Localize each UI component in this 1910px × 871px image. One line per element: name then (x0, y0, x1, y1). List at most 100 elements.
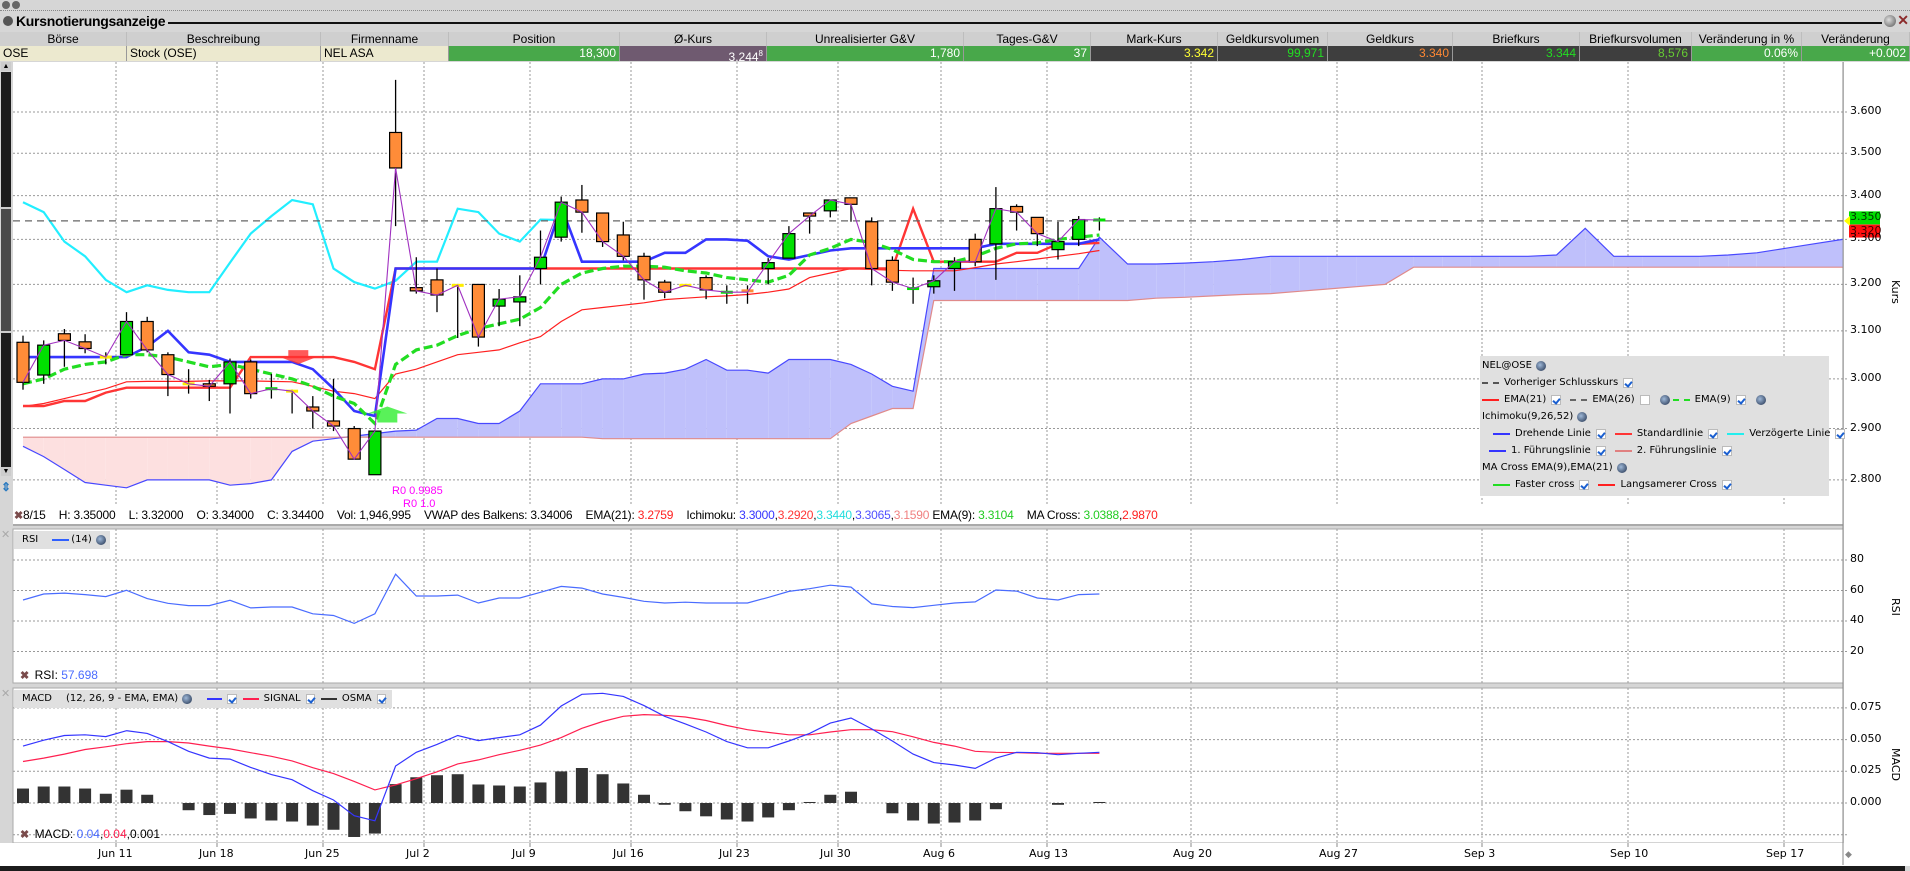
close-rsi-pane-icon[interactable]: ✕ (1, 530, 11, 541)
scroll-up-arrow-icon[interactable]: ▲ (1, 62, 11, 71)
ichimoku-cloud-segment (644, 373, 665, 439)
signal-value: 0.04 (103, 827, 127, 841)
ema9-checkbox[interactable] (1735, 395, 1746, 405)
settings-icon[interactable] (1755, 395, 1766, 405)
line-swatch-icon (52, 539, 70, 541)
prev-close-checkbox[interactable] (1623, 378, 1634, 388)
osma-value: 0.001 (129, 827, 161, 841)
resize-arrows-icon[interactable]: ⇕ (1, 480, 11, 494)
osma-bar (575, 768, 588, 803)
macd-tick-label: 0.000 (1850, 795, 1882, 808)
price-tick-label: 3.200 (1850, 276, 1882, 290)
ichimoku-cloud-segment (85, 437, 106, 486)
date-label: Jul 16 (613, 847, 644, 860)
ichimoku-cloud-segment (1327, 256, 1357, 290)
r0-annotation: R0 0.9985 (392, 485, 443, 497)
price-tag-label: 3.320 (1850, 223, 1882, 237)
osma-bar (658, 803, 671, 805)
slower-cross-checkbox[interactable] (1721, 480, 1732, 490)
line-swatch-icon (1727, 433, 1745, 435)
signal-checkbox[interactable] (305, 694, 316, 704)
remove-icon[interactable]: ✖ (20, 670, 29, 682)
faster-cross-checkbox[interactable] (1579, 480, 1590, 490)
osma-bar (265, 803, 278, 821)
kijun-checkbox[interactable] (1708, 429, 1719, 439)
legend-ema9: EMA(9) (1694, 394, 1731, 405)
settings-icon[interactable] (1616, 463, 1627, 473)
macd-legend-osma: OSMA (341, 693, 372, 704)
scroll-down-arrow-icon[interactable]: ▼ (1, 467, 11, 476)
date-label: Aug 6 (923, 847, 955, 860)
line-swatch-icon (242, 698, 259, 700)
line-swatch-icon (1489, 450, 1506, 452)
legend-senkou-row: 1. Führungslinie 2. Führungslinie (1486, 443, 1738, 459)
horizontal-scrollbar[interactable] (0, 866, 1905, 871)
osma-bar (969, 803, 982, 821)
ichimoku-cloud-segment (437, 418, 458, 438)
ichimoku-cloud-segment (478, 423, 500, 438)
osma-bar (824, 794, 837, 803)
line-swatch-icon (1598, 484, 1616, 486)
price-tick-label: 3.400 (1850, 187, 1882, 201)
osma-bar (224, 803, 236, 814)
remove-icon[interactable]: ✖ (14, 510, 23, 522)
tenkan-checkbox[interactable] (1595, 429, 1606, 439)
rsi-value-label: RSI: (34, 668, 58, 682)
settings-icon[interactable] (182, 694, 192, 704)
osma-bar (141, 794, 154, 803)
osma-bar (927, 803, 940, 824)
macd-legend-signal: SIGNAL (263, 693, 301, 704)
legend-faster-cross: Faster cross (1515, 479, 1575, 490)
ichimoku-cloud-segment (1016, 268, 1038, 301)
dashed-swatch-icon (1482, 382, 1499, 384)
ichimoku-cloud-segment (1058, 268, 1079, 301)
rsi-tick-label: 60 (1850, 582, 1864, 596)
ichimoku-cloud-segment (747, 370, 769, 439)
ichimoku-cloud-segment (995, 268, 1017, 301)
ema21-checkbox[interactable] (1551, 395, 1562, 405)
close-macd-pane-icon[interactable]: ✕ (1, 689, 11, 700)
chikou-checkbox[interactable] (1835, 429, 1846, 439)
osma-bar (513, 786, 526, 803)
scroll-left-arrow-icon[interactable]: ◆ (1845, 850, 1852, 860)
candle-body (57, 333, 72, 341)
settings-icon[interactable] (1659, 395, 1670, 405)
osma-checkbox[interactable] (376, 694, 387, 704)
macd-checkbox[interactable] (227, 694, 237, 704)
legend-prev-close-row: Vorheriger Schlusskurs (1482, 375, 1639, 391)
senkou-b-checkbox[interactable] (1721, 446, 1732, 456)
ichimoku-cloud-segment (1299, 256, 1328, 292)
settings-icon[interactable] (1577, 412, 1588, 422)
date-label: Aug 13 (1029, 847, 1068, 860)
legend-symbol-row: NEL@OSE (1482, 358, 1549, 374)
candle-body (244, 361, 258, 395)
osma-bar (1093, 801, 1106, 803)
legend-kijun: Standardlinie (1636, 428, 1704, 439)
ichimoku-cloud-segment (1413, 256, 1443, 268)
macd-tick-label: 0.075 (1850, 699, 1882, 713)
right-axis-bg (1844, 62, 1910, 843)
candle-body (595, 212, 610, 243)
remove-icon[interactable]: ✖ (20, 829, 29, 841)
osma-bar (741, 803, 754, 822)
settings-icon[interactable] (1535, 361, 1546, 371)
price-tick-label: 2.800 (1850, 471, 1882, 485)
legend-symbol: NEL@OSE (1482, 360, 1532, 371)
ichimoku-cloud-segment (105, 437, 127, 488)
settings-icon[interactable] (95, 535, 106, 545)
scroll-thumb[interactable] (1, 207, 11, 333)
info-ema9-value: 3.3104 (978, 508, 1014, 522)
ichimoku-cloud-segment (147, 437, 168, 480)
senkou-a-checkbox[interactable] (1595, 446, 1606, 456)
ichimoku-cloud-segment (230, 437, 251, 486)
legend-ma-cross-row: MA Cross EMA(9),EMA(21) (1482, 460, 1630, 476)
line-swatch-icon (1493, 433, 1510, 435)
osma-bar (762, 803, 775, 818)
date-label: Sep 17 (1766, 847, 1805, 860)
candle-body (865, 221, 879, 270)
osma-bar (534, 782, 547, 803)
vertical-scrollbar[interactable]: ▲ ▼ ⇕ (0, 62, 13, 504)
macd-legend-title: MACD (22, 693, 52, 704)
ema26-checkbox[interactable] (1639, 395, 1650, 405)
osma-bar (555, 771, 568, 803)
